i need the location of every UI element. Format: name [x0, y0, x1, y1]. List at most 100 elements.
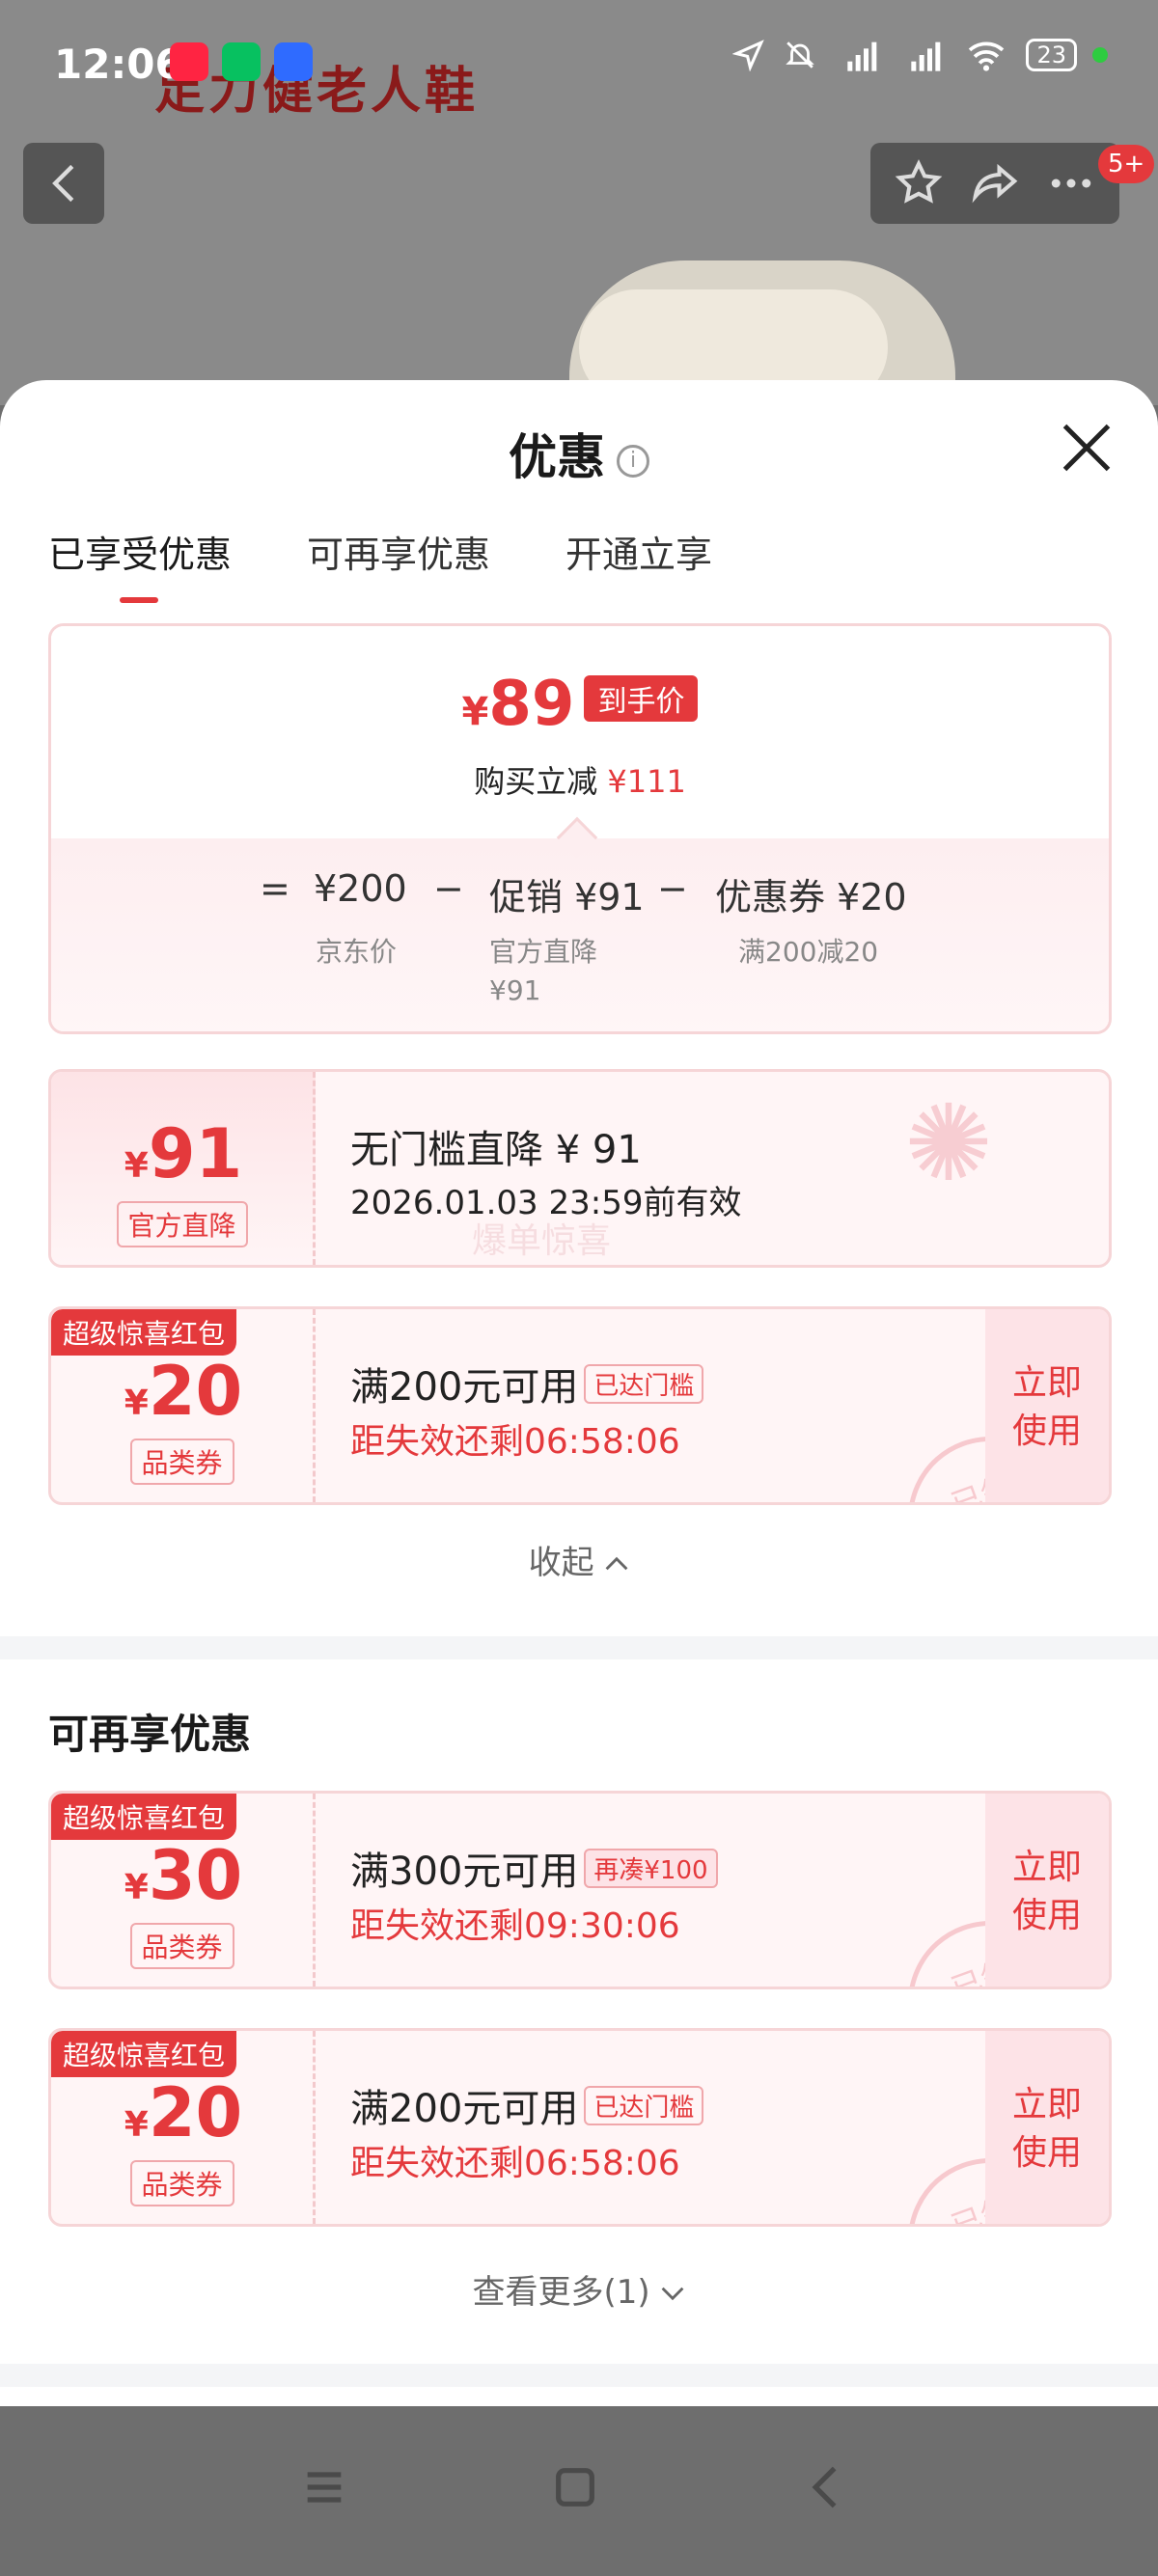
tab-more-available[interactable]: 可再享优惠	[307, 525, 490, 578]
location-icon	[732, 40, 765, 71]
minus-sign-2: −	[657, 867, 688, 910]
more-icon[interactable]	[1045, 157, 1097, 209]
section-divider	[0, 1636, 1158, 1659]
status-bar: 12:06 23	[0, 0, 1158, 135]
coupon-countdown: 距失效还剩06:58:06	[350, 2144, 680, 2183]
home-square-icon[interactable]	[550, 2462, 600, 2512]
coupon-kind: 品类券	[129, 1439, 234, 1485]
coupon-threshold-pill: 已达门槛	[584, 2086, 704, 2125]
discount-sheet: 优惠 i 已享受优惠 可再享优惠 开通立享 ¥89 到手价 购买立减 ¥111 = …	[0, 380, 1158, 2406]
section-divider	[0, 2364, 1158, 2387]
currency-symbol: ¥	[124, 1384, 149, 1423]
status-right: 23	[732, 39, 1108, 71]
promo-label: 官方直降 ¥91	[489, 933, 597, 1010]
sheet-title: 优惠 i	[0, 419, 1158, 488]
coupon-value: 91	[148, 1114, 243, 1193]
menu-icon[interactable]	[299, 2462, 349, 2512]
chevron-up-icon	[605, 1556, 628, 1571]
use-now-button[interactable]: 立即 使用	[985, 1794, 1109, 1987]
coupon-amount: ¥20	[51, 1352, 316, 1431]
coupon-title: 满200元可用 已达门槛	[350, 1356, 704, 1411]
use-now-button[interactable]: 立即 使用	[985, 1309, 1109, 1502]
section-title-more: 可再享优惠	[48, 1711, 252, 1758]
info-icon[interactable]: i	[617, 444, 649, 478]
discount-card-direct: ¥91 官方直降 ✺ 无门槛直降 ¥ 91 2026.01.03 23:59前有…	[48, 1069, 1112, 1268]
coupon-countdown: 距失效还剩09:30:06	[350, 1906, 680, 1946]
coupon-title: 满300元可用 再凑¥100	[350, 1840, 718, 1896]
privacy-dot-icon	[1092, 47, 1108, 63]
battery-indicator: 23	[1026, 39, 1077, 71]
reduce-label: 购买立减	[474, 763, 598, 800]
currency-symbol: ¥	[461, 690, 489, 734]
signal-hd-icon-2	[911, 41, 941, 71]
wifi-icon	[969, 41, 1005, 71]
coupon-ribbon: 超级惊喜红包	[51, 1309, 237, 1356]
coupon-value: 20	[148, 2073, 243, 2152]
price-breakdown: = ¥200 − 促销 ¥91 − 优惠券 ¥20 京东价 官方直降 ¥91 满…	[51, 816, 1109, 1031]
notification-app-icons	[170, 42, 313, 81]
coupon-watermark: 爆单惊喜	[472, 1221, 612, 1261]
coupon-ribbon: 超级惊喜红包	[51, 2031, 237, 2077]
back-button[interactable]	[23, 143, 104, 224]
coupon-amount: ¥91	[51, 1114, 316, 1193]
equals-sign: =	[260, 867, 290, 910]
coupon-threshold-pill: 再凑¥100	[584, 1849, 718, 1888]
discount-tabs: 已享受优惠 可再享优惠 开通立享	[48, 525, 712, 603]
final-price-tag: 到手价	[584, 675, 699, 722]
share-icon[interactable]	[969, 157, 1021, 209]
coupon-card: 超级惊喜红包 ¥30 品类券 满300元可用 再凑¥100 距失效还剩09:30:…	[48, 1791, 1112, 1989]
coupon-countdown: 距失效还剩06:58:06	[350, 1422, 680, 1462]
star-icon[interactable]	[893, 157, 945, 209]
currency-symbol: ¥	[124, 1146, 149, 1186]
base-price-label: 京东价	[316, 936, 398, 968]
sheet-title-text: 优惠	[509, 429, 605, 485]
view-more-label: 查看更多(1)	[472, 2273, 650, 2312]
coupon-kind: 官方直降	[116, 1201, 248, 1247]
coupon-threshold-pill: 已达门槛	[584, 1364, 704, 1404]
currency-symbol: ¥	[124, 1868, 149, 1907]
coupon-title-text: 满200元可用	[350, 1365, 579, 1410]
coupon-amount: 优惠券 ¥20	[715, 876, 907, 918]
coupon-amount: ¥30	[51, 1836, 316, 1915]
back-triangle-icon[interactable]	[801, 2462, 851, 2512]
promo-amount: 促销 ¥91	[489, 876, 645, 918]
chevron-down-icon	[662, 2287, 684, 2301]
coupon-title-text: 满300元可用	[350, 1850, 579, 1894]
reduce-amount: ¥111	[607, 763, 686, 800]
status-time: 12:06	[54, 41, 183, 88]
coupon-value: 20	[148, 1352, 243, 1431]
chevron-left-icon	[52, 164, 74, 203]
close-icon[interactable]	[1058, 419, 1116, 477]
signal-hd-icon	[847, 41, 877, 71]
coupon-amount: ¥20	[51, 2073, 316, 2152]
wechat-icon	[222, 42, 261, 81]
price-summary-card: ¥89 到手价 购买立减 ¥111 = ¥200 − 促销 ¥91 − 优惠券 ¥…	[48, 623, 1112, 1034]
base-price: ¥200	[314, 867, 407, 910]
mute-bell-icon	[786, 41, 815, 69]
collapse-button[interactable]: 收起	[0, 1536, 1158, 1583]
coupon-value: 30	[148, 1836, 243, 1915]
tab-enjoyed[interactable]: 已享受优惠	[48, 525, 232, 603]
coupon-kind: 品类券	[129, 1923, 234, 1969]
coupon-label: 满200减20	[738, 936, 879, 968]
final-price-value: 89	[488, 669, 575, 740]
promo-label-amount: ¥91	[489, 974, 541, 1006]
tab-activate[interactable]: 开通立享	[565, 525, 712, 578]
coupon-ribbon: 超级惊喜红包	[51, 1794, 237, 1840]
more-badge: 5+	[1098, 145, 1155, 183]
coupon-card: 超级惊喜红包 ¥20 品类券 满200元可用 已达门槛 距失效还剩06:58:06…	[48, 2028, 1112, 2227]
final-price: ¥89 到手价	[51, 669, 1109, 740]
view-more-button[interactable]: 查看更多(1)	[0, 2265, 1158, 2313]
coupon-title: 无门槛直降 ¥ 91	[350, 1128, 642, 1172]
coupon-card: 超级惊喜红包 ¥20 品类券 满200元可用 已达门槛 距失效还剩06:58:06…	[48, 1306, 1112, 1505]
currency-symbol: ¥	[124, 2105, 149, 2145]
app-shield-icon	[274, 42, 313, 81]
system-navigation-bar	[0, 2406, 1158, 2576]
use-now-button[interactable]: 立即 使用	[985, 2031, 1109, 2224]
xiaohongshu-icon	[170, 42, 208, 81]
coupon-title-text: 满200元可用	[350, 2087, 579, 2131]
top-action-group	[870, 143, 1119, 224]
collapse-label: 收起	[528, 1544, 594, 1582]
total-reduction: 购买立减 ¥111	[51, 757, 1109, 802]
fireworks-decoration: ✺	[903, 1082, 993, 1205]
